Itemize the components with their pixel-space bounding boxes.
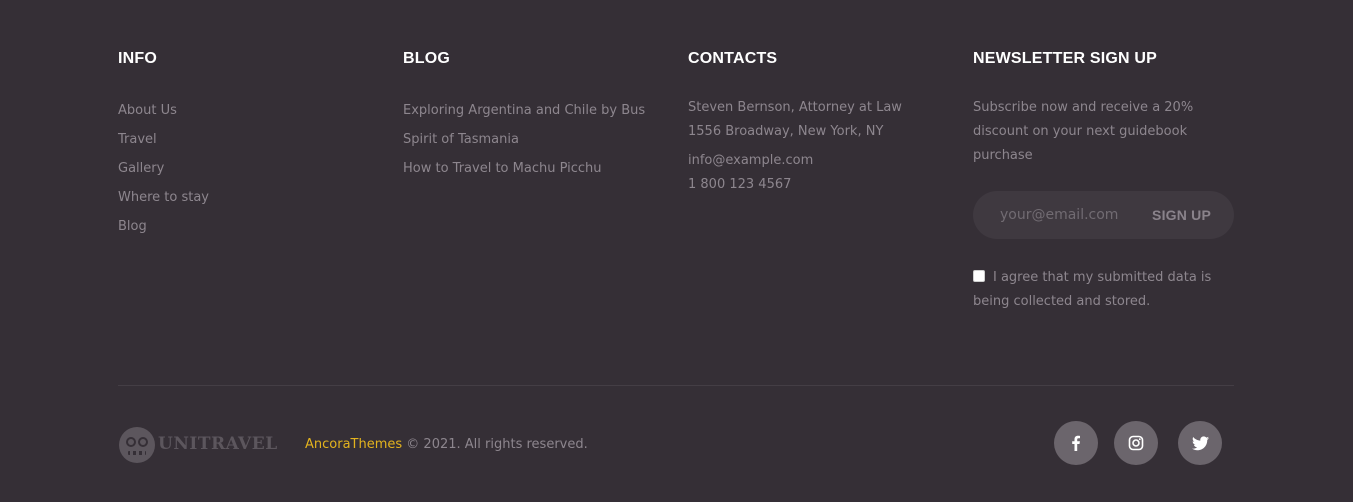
- facebook-button[interactable]: [1054, 421, 1098, 465]
- blog-link-argentina-chile[interactable]: Exploring Argentina and Chile by Bus: [403, 96, 645, 125]
- blog-column: BLOG Exploring Argentina and Chile by Bu…: [403, 48, 645, 183]
- newsletter-heading: NEWSLETTER SIGN UP: [973, 50, 1158, 67]
- instagram-icon: [1128, 435, 1144, 451]
- contacts-column: CONTACTS Steven Bernson, Attorney at Law…: [688, 48, 928, 197]
- copyright: AncoraThemes © 2021. All rights reserved…: [305, 436, 588, 454]
- newsletter-description: Subscribe now and receive a 20% discount…: [973, 100, 1194, 163]
- info-link-blog[interactable]: Blog: [118, 212, 209, 241]
- footer-divider: [118, 385, 1234, 386]
- info-link-about-us[interactable]: About Us: [118, 96, 209, 125]
- ancorathemes-link[interactable]: AncoraThemes: [305, 437, 402, 452]
- facebook-icon: [1072, 435, 1080, 451]
- contacts-heading: CONTACTS: [688, 50, 778, 67]
- contact-address: Steven Bernson, Attorney at Law 1556 Bro…: [688, 100, 902, 139]
- info-column: INFO About Us Travel Gallery Where to st…: [118, 48, 209, 241]
- info-links: About Us Travel Gallery Where to stay Bl…: [118, 96, 209, 241]
- info-link-gallery[interactable]: Gallery: [118, 154, 209, 183]
- consent-row: I agree that my submitted data is being …: [973, 266, 1235, 314]
- twitter-button[interactable]: [1178, 421, 1222, 465]
- logo-icon: [119, 427, 155, 463]
- instagram-button[interactable]: [1114, 421, 1158, 465]
- footer-logo[interactable]: UniTravel: [118, 426, 278, 464]
- info-link-travel[interactable]: Travel: [118, 125, 209, 154]
- twitter-icon: [1191, 435, 1209, 450]
- consent-label: I agree that my submitted data is being …: [973, 270, 1212, 309]
- blog-link-tasmania[interactable]: Spirit of Tasmania: [403, 125, 645, 154]
- blog-links: Exploring Argentina and Chile by Bus Spi…: [403, 96, 645, 183]
- copyright-text: © 2021. All rights reserved.: [402, 437, 588, 452]
- blog-link-machu-picchu[interactable]: How to Travel to Machu Picchu: [403, 154, 645, 183]
- contact-email[interactable]: info@example.com: [688, 149, 928, 173]
- newsletter-form: SIGN UP: [973, 191, 1234, 239]
- consent-checkbox[interactable]: [973, 270, 985, 282]
- info-link-where-to-stay[interactable]: Where to stay: [118, 183, 209, 212]
- logo-text: UniTravel: [158, 434, 278, 454]
- newsletter-email-input[interactable]: [973, 191, 1150, 239]
- sign-up-button[interactable]: SIGN UP: [1152, 191, 1211, 239]
- blog-heading: BLOG: [403, 50, 451, 67]
- info-heading: INFO: [118, 50, 158, 67]
- contact-phone[interactable]: 1 800 123 4567: [688, 173, 928, 197]
- newsletter-column: NEWSLETTER SIGN UP Subscribe now and rec…: [973, 48, 1235, 314]
